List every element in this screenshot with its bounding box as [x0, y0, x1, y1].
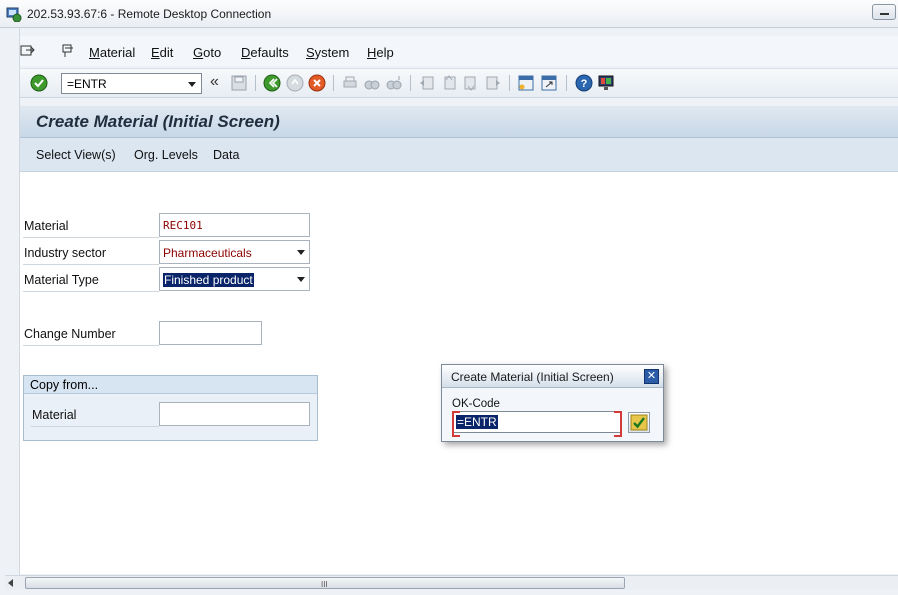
- copy-from-header: Copy from...: [24, 376, 317, 394]
- first-page-icon[interactable]: [418, 74, 436, 92]
- back-icon[interactable]: [263, 74, 281, 92]
- menu-goto[interactable]: Goto: [193, 45, 221, 60]
- change-number-label: Change Number: [24, 327, 116, 341]
- generate-shortcut-icon[interactable]: [540, 74, 558, 92]
- select-views-button[interactable]: Select View(s): [36, 148, 116, 162]
- close-icon[interactable]: ✕: [644, 369, 659, 384]
- sap-menu-icon[interactable]: [61, 44, 77, 58]
- material-type-select[interactable]: Finished product: [159, 267, 310, 291]
- command-field-value: =ENTR: [67, 77, 107, 91]
- exit-icon[interactable]: [20, 44, 36, 58]
- command-dropdown-icon[interactable]: [185, 76, 199, 91]
- material-type-value: Finished product: [163, 273, 254, 287]
- menu-edit[interactable]: Edit: [151, 45, 173, 60]
- left-frame-edge: [0, 28, 20, 575]
- standard-toolbar: =ENTR « ?: [20, 68, 898, 98]
- command-field[interactable]: =ENTR: [61, 73, 202, 94]
- copy-from-group: Copy from... Material: [23, 375, 318, 441]
- minimize-button[interactable]: [872, 4, 896, 20]
- toolbar-separator: [566, 75, 567, 91]
- scroll-left-icon[interactable]: [8, 579, 13, 587]
- dropdown-arrow-icon[interactable]: [297, 277, 305, 282]
- industry-sector-select[interactable]: Pharmaceuticals: [159, 240, 310, 264]
- material-input-value: REC101: [163, 219, 203, 232]
- toolbar-separator: [333, 75, 334, 91]
- industry-sector-label: Industry sector: [24, 246, 106, 260]
- previous-page-icon[interactable]: [440, 74, 458, 92]
- copy-from-heading: Copy from...: [30, 378, 99, 392]
- enter-check-icon[interactable]: [30, 74, 48, 92]
- ok-code-label: OK-Code: [452, 398, 500, 410]
- confirm-button[interactable]: [628, 412, 650, 433]
- help-icon[interactable]: ?: [575, 74, 593, 92]
- material-input[interactable]: REC101: [159, 213, 310, 237]
- industry-sector-value: Pharmaceuticals: [163, 246, 252, 260]
- page-title: Create Material (Initial Screen): [36, 112, 280, 131]
- create-session-icon[interactable]: [517, 74, 535, 92]
- menu-help[interactable]: Help: [367, 45, 394, 60]
- main-screen: Create Material (Initial Screen) Select …: [20, 106, 898, 574]
- svg-text:?: ?: [581, 78, 588, 90]
- label-underline: [23, 237, 159, 238]
- toolbar-separator: [255, 75, 256, 91]
- ok-code-value: =ENTR: [456, 415, 498, 429]
- label-underline: [23, 291, 159, 292]
- ok-code-input[interactable]: =ENTR: [452, 411, 622, 437]
- dialog-title-bar: Create Material (Initial Screen) ✕: [442, 365, 663, 388]
- menu-defaults[interactable]: Defaults: [241, 45, 289, 60]
- toolbar-separator: [509, 75, 510, 91]
- menu-bar: Material Edit Goto Defaults System Help: [20, 36, 898, 66]
- remote-desktop-icon: [6, 7, 22, 22]
- menu-system[interactable]: System: [306, 45, 349, 60]
- next-page-icon[interactable]: [462, 74, 480, 92]
- exit-transaction-icon[interactable]: [286, 74, 304, 92]
- copy-material-input[interactable]: [159, 402, 310, 426]
- find-next-icon[interactable]: [385, 74, 403, 92]
- data-button[interactable]: Data: [213, 148, 239, 162]
- layout-menu-icon[interactable]: [597, 74, 615, 92]
- checkmark-icon: [630, 414, 648, 431]
- dialog-title: Create Material (Initial Screen): [451, 370, 614, 384]
- hide-command-icon[interactable]: «: [210, 73, 219, 91]
- cancel-icon[interactable]: [308, 74, 326, 92]
- ok-code-dialog: Create Material (Initial Screen) ✕ OK-Co…: [441, 364, 664, 442]
- label-underline: [23, 264, 159, 265]
- horizontal-scrollbar[interactable]: III: [5, 575, 898, 590]
- print-icon[interactable]: [341, 74, 359, 92]
- material-label: Material: [24, 219, 69, 233]
- rdp-title-text: 202.53.93.67:6 - Remote Desktop Connecti…: [27, 7, 272, 21]
- application-toolbar: Select View(s) Org. Levels Data: [20, 138, 898, 172]
- org-levels-button[interactable]: Org. Levels: [134, 148, 198, 162]
- change-number-input[interactable]: [159, 321, 262, 345]
- scrollbar-thumb[interactable]: III: [25, 577, 625, 589]
- rdp-title-bar: 202.53.93.67:6 - Remote Desktop Connecti…: [0, 0, 898, 28]
- material-type-label: Material Type: [24, 273, 99, 287]
- dropdown-arrow-icon[interactable]: [297, 250, 305, 255]
- last-page-icon[interactable]: [484, 74, 502, 92]
- scrollbar-grip: III: [321, 580, 328, 589]
- find-icon[interactable]: [363, 74, 381, 92]
- copy-material-label: Material: [32, 408, 77, 422]
- label-underline: [31, 426, 159, 427]
- label-underline: [23, 345, 159, 346]
- menu-material[interactable]: Material: [89, 45, 135, 60]
- toolbar-separator: [410, 75, 411, 91]
- screen-title-bar: Create Material (Initial Screen): [20, 106, 898, 138]
- save-icon[interactable]: [230, 74, 248, 92]
